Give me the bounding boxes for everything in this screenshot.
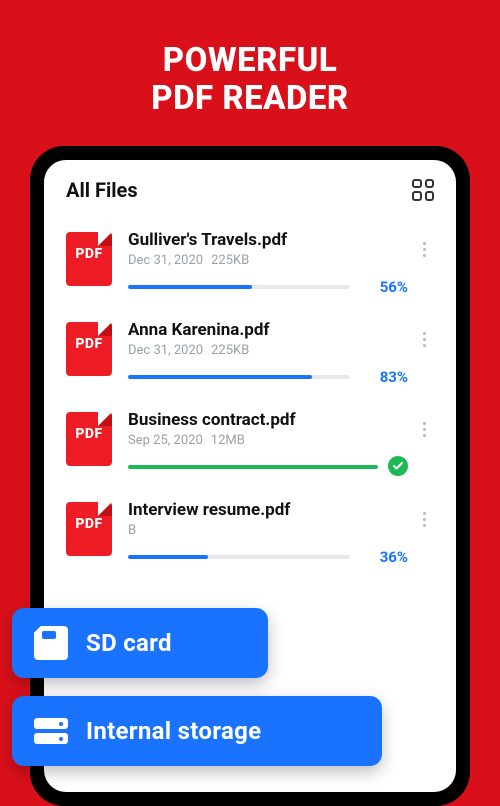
file-meta: B bbox=[128, 523, 408, 538]
progress-fill bbox=[128, 375, 312, 379]
file-main: Business contract.pdf Sep 25, 202012MB bbox=[128, 410, 408, 476]
file-name: Gulliver's Travels.pdf bbox=[128, 230, 408, 250]
file-meta: Dec 31, 2020225KB bbox=[128, 253, 408, 268]
pdf-badge-text: PDF bbox=[66, 516, 112, 532]
progress-wrap bbox=[128, 458, 408, 476]
pdf-badge-text: PDF bbox=[66, 426, 112, 442]
file-name: Anna Karenina.pdf bbox=[128, 320, 408, 340]
hero-line1: POWERFUL bbox=[163, 41, 338, 80]
pdf-icon: PDF bbox=[66, 232, 112, 286]
file-name: Interview resume.pdf bbox=[128, 500, 408, 520]
progress-wrap: 36% bbox=[128, 548, 408, 566]
pdf-icon: PDF bbox=[66, 412, 112, 466]
grid-view-icon[interactable] bbox=[412, 179, 434, 201]
file-list: PDF Gulliver's Travels.pdf Dec 31, 2020225… bbox=[44, 210, 456, 576]
progress-track bbox=[128, 285, 350, 289]
file-row[interactable]: PDF Gulliver's Travels.pdf Dec 31, 2020225… bbox=[44, 216, 456, 306]
sd-card-icon bbox=[34, 626, 68, 660]
file-row[interactable]: PDF Business contract.pdf Sep 25, 202012MB bbox=[44, 396, 456, 486]
internal-storage-label: Internal storage bbox=[86, 717, 261, 745]
sd-card-label: SD card bbox=[86, 629, 172, 657]
progress-track bbox=[128, 465, 378, 469]
progress-fill bbox=[128, 285, 252, 289]
pdf-icon: PDF bbox=[66, 502, 112, 556]
kebab-menu-icon[interactable] bbox=[414, 242, 434, 257]
file-meta: Sep 25, 202012MB bbox=[128, 433, 408, 448]
file-main: Anna Karenina.pdf Dec 31, 2020225KB 83% bbox=[128, 320, 408, 386]
pdf-badge-text: PDF bbox=[66, 336, 112, 352]
drive-icon bbox=[34, 714, 68, 748]
progress-track bbox=[128, 375, 350, 379]
kebab-menu-icon[interactable] bbox=[414, 422, 434, 437]
file-name: Business contract.pdf bbox=[128, 410, 408, 430]
percent-label: 56% bbox=[364, 278, 408, 296]
kebab-menu-icon[interactable] bbox=[414, 512, 434, 527]
hero-title: POWERFUL PDF READER bbox=[0, 0, 500, 146]
internal-storage-button[interactable]: Internal storage bbox=[12, 696, 382, 766]
check-icon bbox=[388, 456, 408, 476]
kebab-menu-icon[interactable] bbox=[414, 332, 434, 347]
file-row[interactable]: PDF Anna Karenina.pdf Dec 31, 2020225KB 83% bbox=[44, 306, 456, 396]
file-main: Gulliver's Travels.pdf Dec 31, 2020225KB 5… bbox=[128, 230, 408, 296]
pdf-icon: PDF bbox=[66, 322, 112, 376]
progress-fill bbox=[128, 555, 208, 559]
file-row[interactable]: PDF Interview resume.pdf B 36% bbox=[44, 486, 456, 576]
screen-header: All Files bbox=[44, 178, 456, 210]
pdf-badge-text: PDF bbox=[66, 246, 112, 262]
page-title: All Files bbox=[66, 178, 138, 202]
hero-line2: PDF READER bbox=[151, 79, 349, 118]
percent-label: 83% bbox=[364, 368, 408, 386]
progress-wrap: 83% bbox=[128, 368, 408, 386]
file-main: Interview resume.pdf B 36% bbox=[128, 500, 408, 566]
progress-fill bbox=[128, 465, 378, 469]
file-meta: Dec 31, 2020225KB bbox=[128, 343, 408, 358]
sd-card-button[interactable]: SD card bbox=[12, 608, 268, 678]
progress-wrap: 56% bbox=[128, 278, 408, 296]
percent-label: 36% bbox=[364, 548, 408, 566]
progress-track bbox=[128, 555, 350, 559]
